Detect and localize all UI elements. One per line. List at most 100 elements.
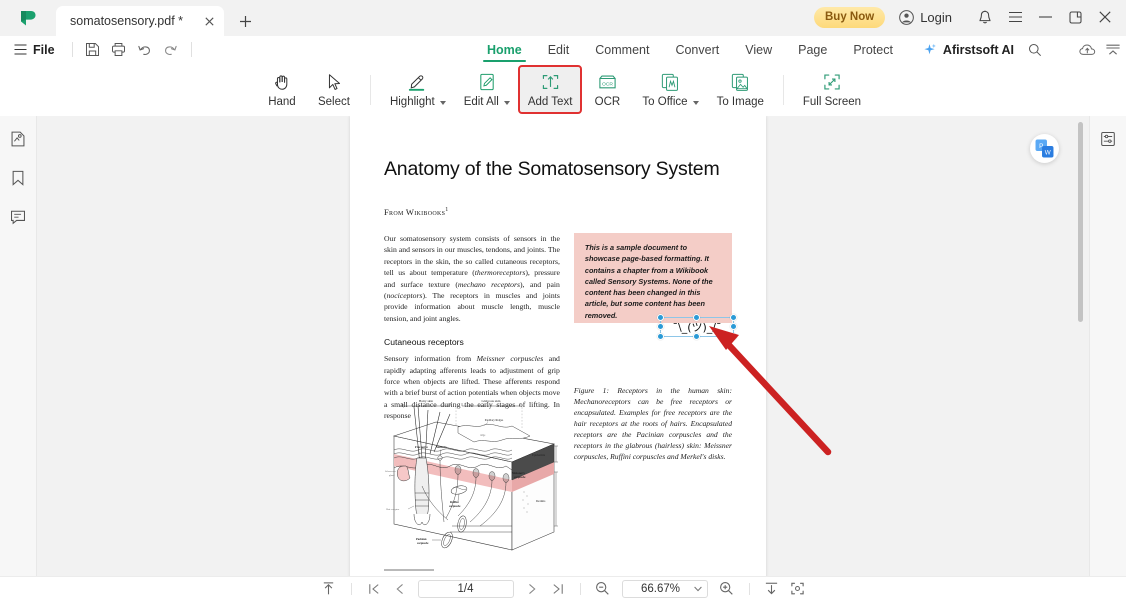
properties-panel-icon[interactable] [1095, 126, 1121, 152]
afirstsoft-ai-button[interactable]: Afirstsoft AI [906, 42, 1022, 57]
tab-convert[interactable]: Convert [662, 36, 732, 63]
paragraph-1: Our somatosensory system consists of sen… [384, 234, 560, 323]
hamburger-menu-icon [14, 44, 27, 55]
tool-to-image[interactable]: To Image [708, 66, 773, 113]
document-byline-text: From Wikibooks [384, 207, 446, 217]
first-page-icon[interactable] [362, 579, 386, 599]
print-icon[interactable] [106, 39, 132, 61]
document-byline: From Wikibooks1 [384, 207, 732, 217]
close-window-icon[interactable] [1090, 4, 1120, 30]
previous-page-icon[interactable] [388, 579, 412, 599]
tool-full-screen[interactable]: Full Screen [794, 66, 870, 113]
resize-handle-top-center[interactable] [693, 314, 700, 321]
tool-ribbon: Hand Select Highlight Edit All Add Text … [0, 63, 1126, 116]
pdf-to-word-icon[interactable]: P W [1030, 134, 1059, 163]
document-byline-footnote: 1 [445, 207, 449, 214]
chevron-down-icon[interactable] [503, 100, 510, 105]
document-tab-label: somatosensory.pdf * [70, 14, 184, 28]
divider [190, 42, 192, 57]
tool-edit-all[interactable]: Edit All [455, 66, 519, 113]
pdf-page[interactable]: Anatomy of the Somatosensory System From… [350, 116, 766, 576]
resize-handle-bottom-left[interactable] [657, 333, 664, 340]
vertical-scrollbar-thumb[interactable] [1078, 122, 1083, 322]
hamburger-menu-icon[interactable] [1000, 4, 1030, 30]
section-heading: Cutaneous receptors [384, 337, 464, 348]
tool-to-office[interactable]: To Office [633, 66, 707, 113]
skin-anatomy-figure: Hairy skin Glabrous skin Papillary Ridge… [384, 392, 560, 576]
tool-ocr[interactable]: OCR OCR [581, 66, 633, 113]
collapse-ribbon-icon[interactable] [1100, 39, 1126, 61]
fit-width-icon[interactable] [760, 579, 784, 599]
tool-to-image-label: To Image [716, 95, 764, 108]
tab-home[interactable]: Home [474, 36, 535, 63]
highlighter-icon [407, 72, 429, 93]
last-page-icon[interactable] [546, 579, 570, 599]
resize-handle-bottom-right[interactable] [730, 333, 737, 340]
login-button[interactable]: Login [899, 10, 952, 25]
bookmark-icon[interactable] [5, 165, 31, 191]
page-thumbnails-icon[interactable] [5, 126, 31, 152]
tab-comment[interactable]: Comment [582, 36, 662, 63]
hand-icon [272, 72, 292, 93]
zoom-in-icon[interactable] [715, 579, 739, 599]
figure-label-dermis: Dermis [536, 499, 546, 503]
right-panel-rail [1089, 116, 1126, 576]
zoom-out-icon[interactable] [591, 579, 615, 599]
file-menu-button[interactable]: File [0, 43, 65, 57]
login-label: Login [920, 9, 952, 25]
tool-hand[interactable]: Hand [256, 66, 308, 113]
resize-handle-top-right[interactable] [730, 314, 737, 321]
restore-window-icon[interactable] [1060, 4, 1090, 30]
tool-edit-all-label: Edit All [464, 96, 510, 108]
tab-view-label: View [745, 42, 773, 57]
tool-highlight[interactable]: Highlight [381, 66, 455, 113]
tool-select[interactable]: Select [308, 66, 360, 113]
figure-label-free-nerve: Free nerve [415, 446, 429, 449]
tab-protect[interactable]: Protect [840, 36, 906, 63]
tab-edit[interactable]: Edit [535, 36, 583, 63]
window-controls-group: Buy Now Login [813, 0, 1126, 36]
tab-page[interactable]: Page [785, 36, 840, 63]
tool-add-text[interactable]: Add Text [517, 65, 583, 114]
buy-now-button[interactable]: Buy Now [813, 6, 886, 28]
close-icon[interactable] [200, 12, 218, 30]
chevron-down-icon[interactable] [692, 100, 699, 105]
cloud-upload-icon[interactable] [1074, 39, 1100, 61]
minimize-icon[interactable] [1030, 4, 1060, 30]
zoom-level-select[interactable]: 66.67% [621, 579, 708, 598]
resize-handle-middle-right[interactable] [730, 323, 737, 330]
document-viewport[interactable]: Anatomy of the Somatosensory System From… [37, 116, 1089, 576]
tool-select-label: Select [317, 95, 350, 108]
document-tab[interactable]: somatosensory.pdf * [56, 6, 224, 36]
tool-add-text-label: Add Text [527, 95, 573, 108]
figure-label-ruffini: Ruffini [450, 501, 459, 504]
afirstsoft-leaf-logo-icon [21, 11, 36, 26]
next-page-icon[interactable] [520, 579, 544, 599]
tab-view[interactable]: View [732, 36, 785, 63]
save-icon[interactable] [80, 39, 106, 61]
edit-pencil-icon [477, 72, 497, 93]
figure-label-hair-receptor: Hair receptor [386, 508, 399, 511]
resize-handle-bottom-center[interactable] [693, 333, 700, 340]
page-number-input[interactable]: 1/4 [417, 579, 514, 598]
resize-handle-top-left[interactable] [657, 314, 664, 321]
redo-icon[interactable] [158, 39, 184, 61]
search-icon[interactable] [1022, 38, 1048, 62]
svg-text:ridge: ridge [480, 434, 486, 437]
new-tab-plus-icon[interactable] [231, 7, 259, 35]
fit-page-icon[interactable] [786, 579, 810, 599]
scroll-to-top-icon[interactable] [317, 579, 341, 599]
chevron-down-icon[interactable] [439, 100, 446, 105]
bell-icon[interactable] [970, 4, 1000, 30]
chevron-down-icon[interactable] [693, 583, 702, 595]
undo-icon[interactable] [132, 39, 158, 61]
document-title: Anatomy of the Somatosensory System [384, 158, 720, 180]
tab-comment-label: Comment [595, 42, 650, 57]
tab-home-label: Home [486, 42, 522, 57]
comment-icon[interactable] [5, 204, 31, 230]
svg-text:OCR: OCR [602, 81, 613, 87]
resize-handle-middle-left[interactable] [657, 323, 664, 330]
selected-text-box[interactable]: ¯\_(ツ)_/¯ [657, 314, 737, 340]
divider [579, 582, 581, 595]
page-number-value: 1/4 [457, 582, 474, 595]
